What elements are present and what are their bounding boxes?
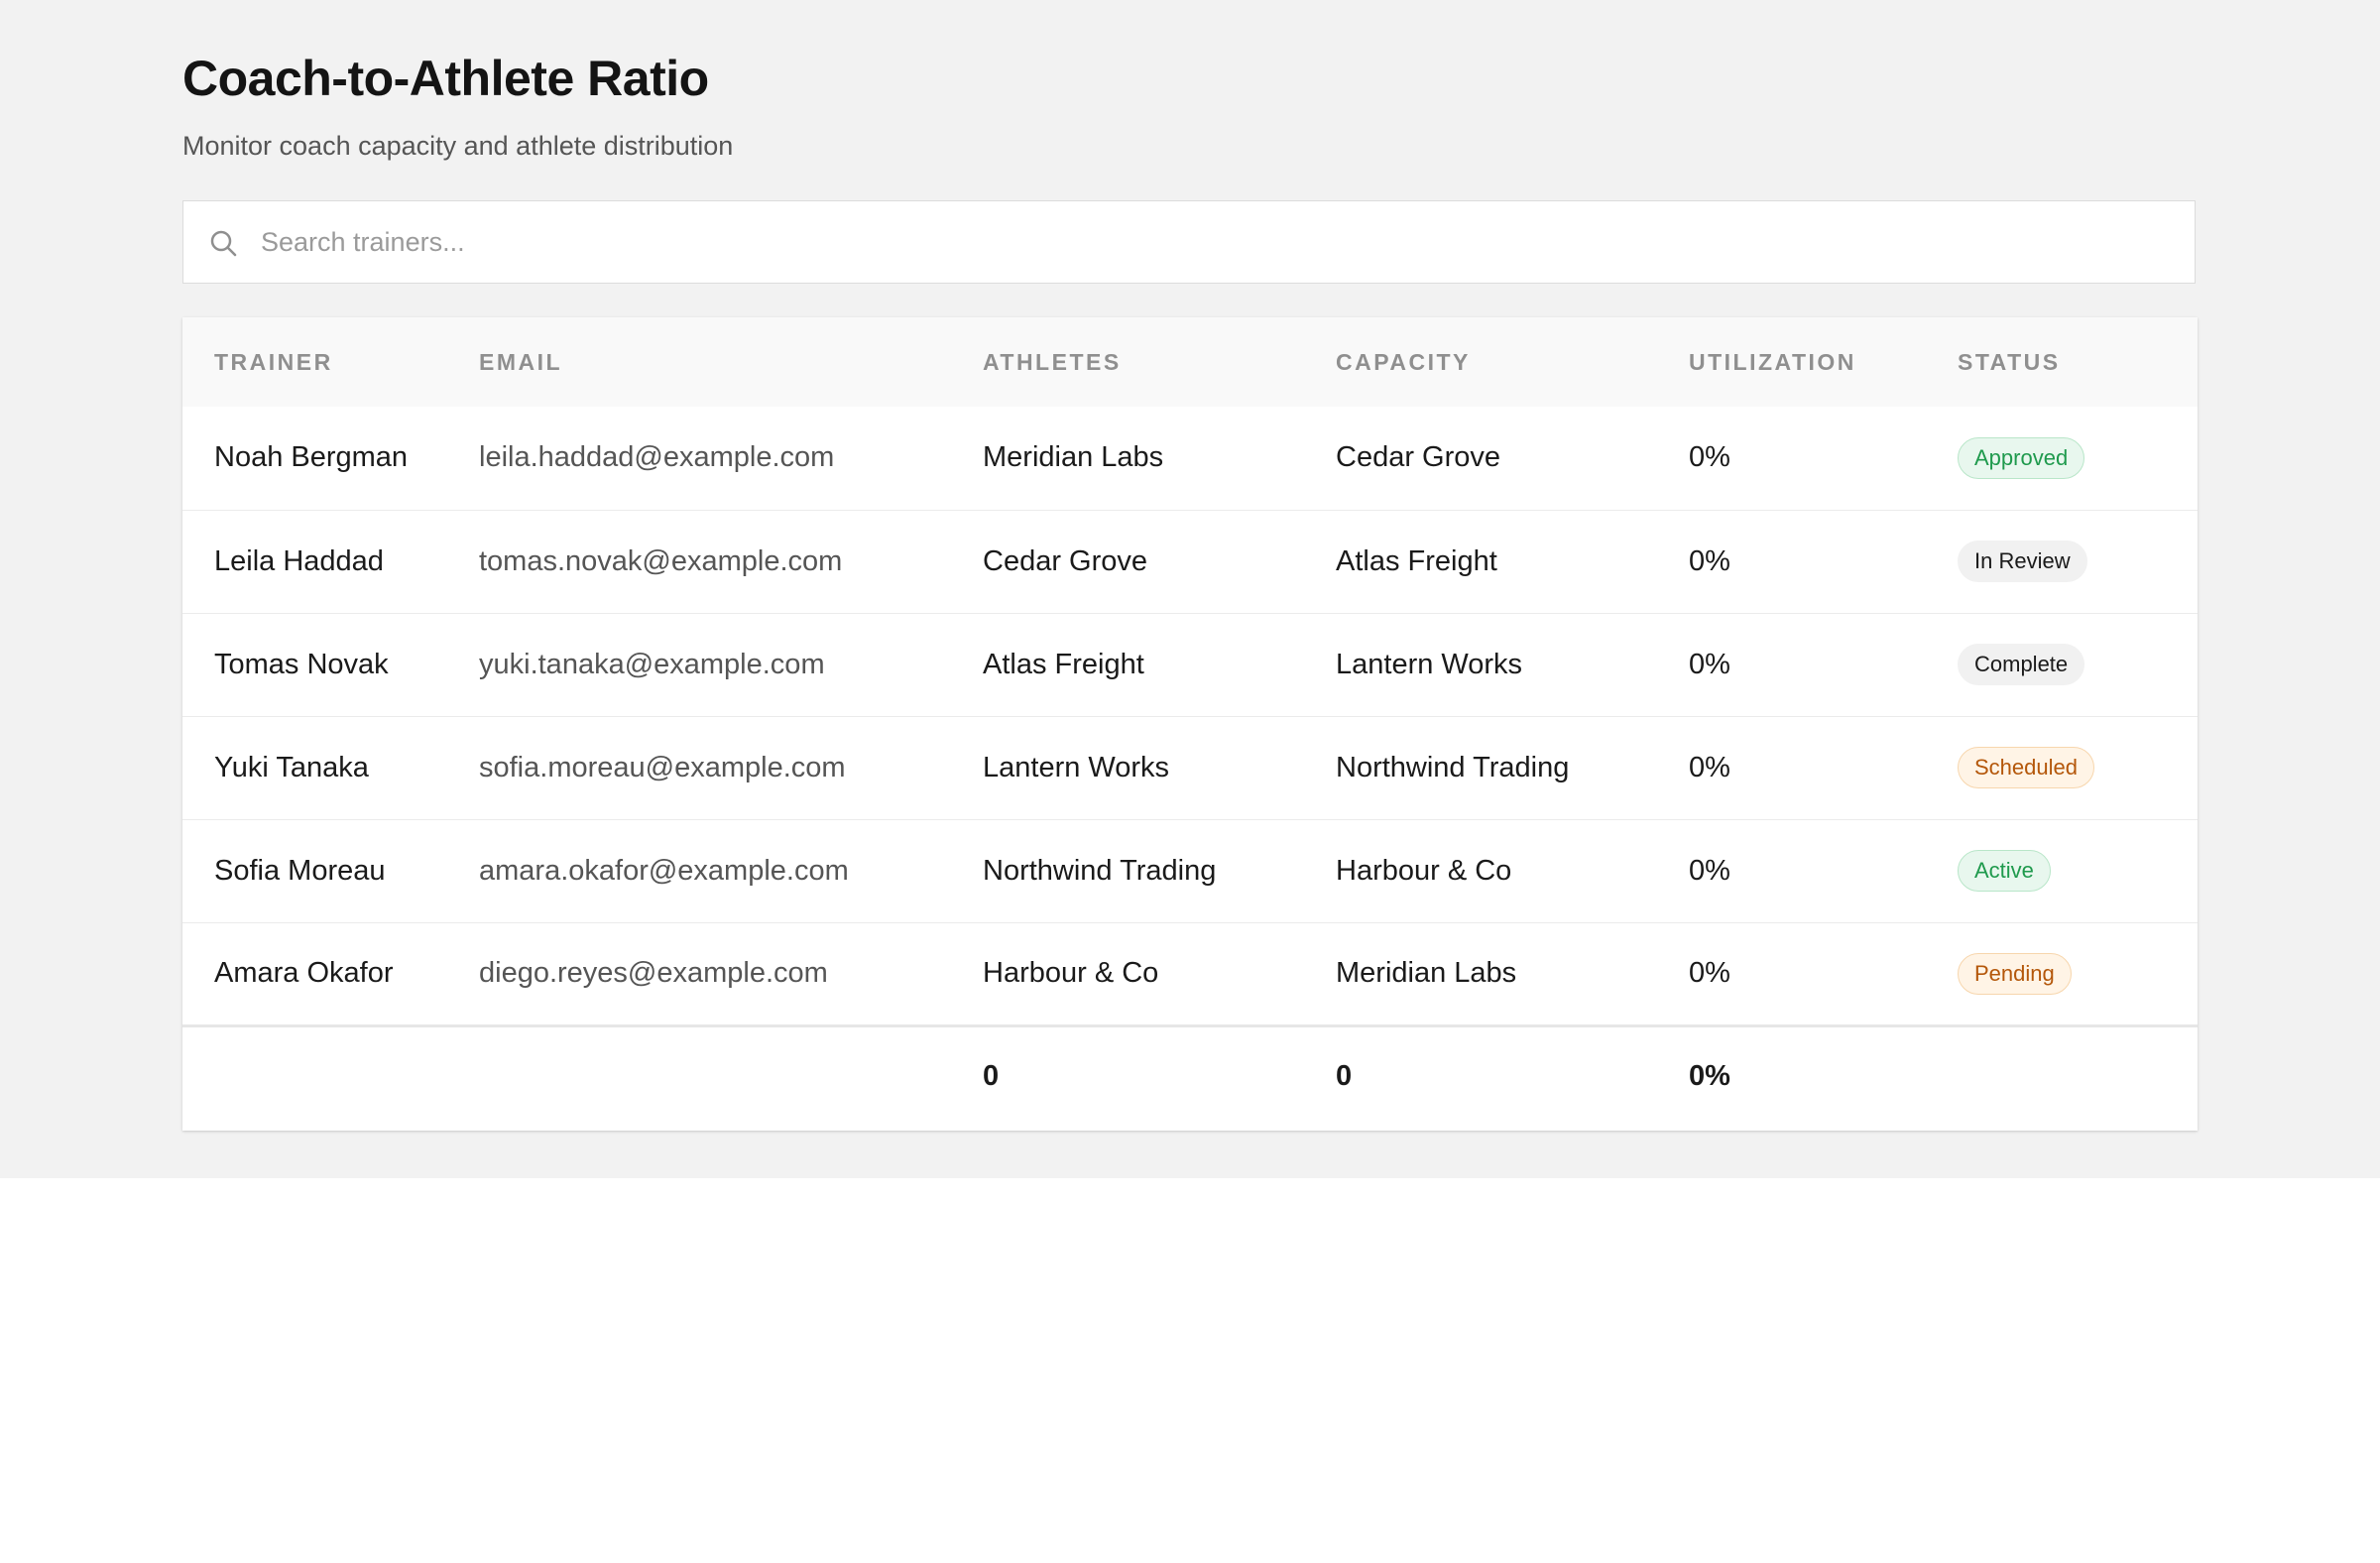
- status-cell: In Review: [1958, 510, 2198, 613]
- capacity-cell: Atlas Freight: [1336, 544, 1497, 577]
- status-badge: Scheduled: [1958, 747, 2094, 788]
- utilization-cell: 0%: [1689, 854, 1730, 887]
- trainer-name: Yuki Tanaka: [214, 751, 369, 783]
- footer-empty-cell: [1958, 1025, 2198, 1127]
- status-badge: Active: [1958, 850, 2051, 892]
- utilization-cell: 0%: [1689, 648, 1730, 680]
- status-cell: Approved: [1958, 407, 2198, 510]
- column-header-capacity[interactable]: CAPACITY: [1336, 317, 1689, 407]
- athletes-cell: Atlas Freight: [983, 648, 1144, 680]
- column-header-email[interactable]: EMAIL: [479, 317, 983, 407]
- trainer-email: tomas.novak@example.com: [479, 544, 843, 577]
- status-badge: In Review: [1958, 541, 2087, 582]
- trainer-email: amara.okafor@example.com: [479, 854, 849, 887]
- trainer-name: Tomas Novak: [214, 648, 389, 680]
- utilization-cell: 0%: [1689, 441, 1730, 474]
- capacity-cell: Northwind Trading: [1336, 751, 1570, 783]
- column-header-trainer[interactable]: TRAINER: [182, 317, 479, 407]
- capacity-cell: Cedar Grove: [1336, 441, 1501, 474]
- table-row[interactable]: Leila Haddad tomas.novak@example.com Ced…: [182, 510, 2198, 613]
- column-header-utilization[interactable]: UTILIZATION: [1689, 317, 1958, 407]
- status-badge: Pending: [1958, 952, 2072, 995]
- utilization-cell: 0%: [1689, 957, 1730, 989]
- table-row[interactable]: Yuki Tanaka sofia.moreau@example.com Lan…: [182, 716, 2198, 819]
- trainer-email: sofia.moreau@example.com: [479, 751, 846, 783]
- athletes-cell: Meridian Labs: [983, 441, 1164, 474]
- table-header-row: TRAINER EMAIL ATHLETES CAPACITY UTILIZAT…: [182, 317, 2198, 407]
- table-row[interactable]: Tomas Novak yuki.tanaka@example.com Atla…: [182, 613, 2198, 716]
- athletes-cell: Lantern Works: [983, 751, 1170, 783]
- utilization-cell: 0%: [1689, 751, 1730, 783]
- trainer-name: Leila Haddad: [214, 544, 384, 577]
- capacity-cell: Meridian Labs: [1336, 957, 1517, 989]
- status-badge: Approved: [1958, 436, 2085, 479]
- table-row[interactable]: Sofia Moreau amara.okafor@example.com No…: [182, 819, 2198, 922]
- trainer-email: yuki.tanaka@example.com: [479, 648, 825, 680]
- footer-empty-cell: [479, 1025, 983, 1127]
- status-cell: Complete: [1958, 613, 2198, 716]
- status-badge: Complete: [1958, 644, 2085, 685]
- trainer-email: diego.reyes@example.com: [479, 957, 828, 989]
- table-row[interactable]: Noah Bergman leila.haddad@example.com Me…: [182, 407, 2198, 510]
- trainer-name: Sofia Moreau: [214, 854, 386, 887]
- page-subtitle: Monitor coach capacity and athlete distr…: [182, 131, 734, 161]
- trainer-email: leila.haddad@example.com: [479, 441, 835, 474]
- capacity-cell: Lantern Works: [1336, 648, 1523, 680]
- status-cell: Pending: [1958, 922, 2198, 1025]
- capacity-cell: Harbour & Co: [1336, 854, 1512, 887]
- utilization-cell: 0%: [1689, 544, 1730, 577]
- trainers-table: TRAINER EMAIL ATHLETES CAPACITY UTILIZAT…: [182, 317, 2198, 1127]
- footer-capacity-total: 0: [1336, 1060, 1353, 1093]
- trainer-name: Noah Bergman: [214, 441, 409, 474]
- search-bar[interactable]: [182, 200, 2196, 284]
- column-header-athletes[interactable]: ATHLETES: [983, 317, 1336, 407]
- footer-utilization-total: 0%: [1689, 1060, 1730, 1093]
- footer-athletes-total: 0: [983, 1060, 1000, 1093]
- footer-empty-cell: [182, 1025, 479, 1127]
- trainer-name: Amara Okafor: [214, 957, 394, 989]
- athletes-cell: Northwind Trading: [983, 854, 1217, 887]
- status-cell: Scheduled: [1958, 716, 2198, 819]
- athletes-cell: Harbour & Co: [983, 957, 1159, 989]
- table-footer-row: 0 0 0%: [182, 1025, 2198, 1127]
- status-cell: Active: [1958, 819, 2198, 922]
- athletes-cell: Cedar Grove: [983, 544, 1148, 577]
- search-input[interactable]: [261, 201, 2165, 283]
- trainers-table-card: TRAINER EMAIL ATHLETES CAPACITY UTILIZAT…: [182, 317, 2198, 1131]
- search-icon: [210, 230, 237, 257]
- page-title: Coach-to-Athlete Ratio: [182, 51, 709, 106]
- column-header-status[interactable]: STATUS: [1958, 317, 2198, 407]
- table-row[interactable]: Amara Okafor diego.reyes@example.com Har…: [182, 922, 2198, 1025]
